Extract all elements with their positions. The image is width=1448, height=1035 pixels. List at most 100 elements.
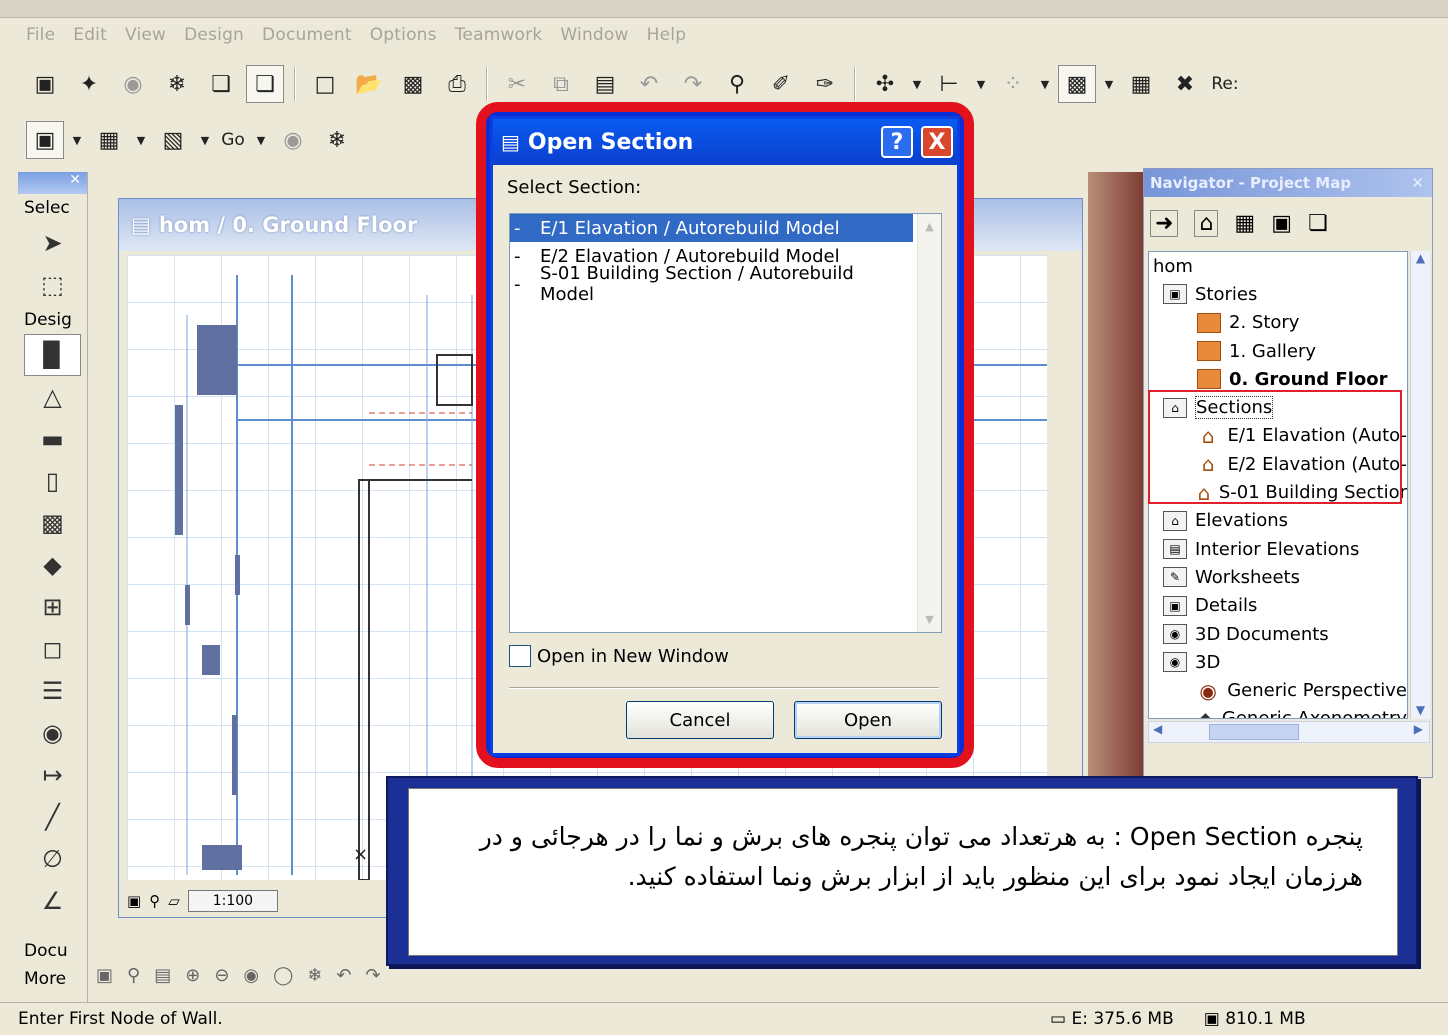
open-new-window-checkbox[interactable] [509, 645, 531, 667]
shell-tool-icon[interactable]: ◆ [18, 544, 87, 586]
layers-icon[interactable]: ❏ [202, 65, 240, 103]
cross-icon[interactable]: ✖ [1166, 65, 1204, 103]
open-folder-icon[interactable]: 📂 [350, 65, 388, 103]
level-tool-icon[interactable]: ∅ [18, 838, 87, 880]
pan-icon[interactable]: ▤ [154, 965, 171, 986]
zoom-out-icon[interactable]: ⊖ [214, 965, 229, 986]
menu-options[interactable]: Options [362, 25, 445, 45]
dimension-tool-icon[interactable]: ↦ [18, 754, 87, 796]
scroll-left-icon[interactable]: ◀ [1153, 722, 1162, 736]
navigator-titlebar[interactable]: Navigator - Project Map ✕ [1144, 169, 1432, 197]
save-icon[interactable]: ▩ [394, 65, 432, 103]
tree-node-3d[interactable]: ◉ 3D [1149, 648, 1407, 676]
publisher-sets-icon[interactable]: ❏ [1308, 211, 1328, 236]
grid-snap-icon[interactable]: ⁘ [994, 65, 1032, 103]
syringe-icon[interactable]: ✑ [806, 65, 844, 103]
object-tool-icon[interactable]: ◉ [18, 712, 87, 754]
brain-icon[interactable]: ◉ [274, 121, 312, 159]
column-tool-icon[interactable]: ▯ [18, 460, 87, 502]
layout-view-icon[interactable]: ▧ [154, 121, 192, 159]
undo-icon[interactable]: ↶ [630, 65, 668, 103]
fit-icon[interactable]: ◉ [243, 965, 259, 986]
line-tool-icon[interactable]: ╱ [18, 796, 87, 838]
walk-icon[interactable]: ❄ [318, 121, 356, 159]
chevron-down-icon[interactable]: ▼ [134, 134, 148, 147]
door-tool-icon[interactable]: ◻ [18, 628, 87, 670]
menu-window[interactable]: Window [552, 25, 636, 45]
new-file-icon[interactable]: □ [306, 65, 344, 103]
copy-icon[interactable]: ⧉ [542, 65, 580, 103]
scroll-right-icon[interactable]: ▶ [1414, 722, 1423, 736]
close-icon[interactable]: ✕ [1411, 174, 1424, 192]
close-button[interactable]: X [921, 126, 953, 158]
go-button[interactable]: Go [218, 121, 248, 159]
walk-icon[interactable]: ❄ [158, 65, 196, 103]
chevron-down-icon[interactable]: ▼ [910, 78, 924, 91]
zoom-window-icon[interactable]: ⚲ [127, 965, 140, 986]
pin-icon[interactable]: ✦ [70, 65, 108, 103]
chevron-down-icon[interactable]: ▼ [254, 134, 268, 147]
menu-edit[interactable]: Edit [65, 25, 115, 45]
beam-tool-icon[interactable]: ▬ [18, 418, 87, 460]
tree-node-interior-elevations[interactable]: ▤ Interior Elevations [1149, 535, 1407, 563]
zoom-find-icon[interactable]: ⚲ [718, 65, 756, 103]
section-listbox[interactable]: - E/1 Elavation / Autorebuild Model - E/2 … [509, 213, 942, 633]
layers-active-icon[interactable]: ❏ [246, 65, 284, 103]
open-new-window-row[interactable]: Open in New Window [509, 645, 729, 667]
tree-node-story[interactable]: 1. Gallery [1149, 337, 1407, 365]
menu-help[interactable]: Help [639, 25, 695, 45]
navigator-horizontal-scrollbar[interactable]: ◀ ▶ [1148, 721, 1430, 743]
listbox-scrollbar[interactable]: ▲ ▼ [917, 214, 941, 632]
menu-teamwork[interactable]: Teamwork [447, 25, 551, 45]
arrow-tool-icon[interactable]: ➤ [18, 222, 87, 264]
open-button[interactable]: Open [794, 701, 942, 739]
floor-plan-icon[interactable]: ▣ [26, 121, 64, 159]
view-map-icon[interactable]: ▦ [1234, 211, 1255, 236]
scrollbar-thumb[interactable] [1209, 724, 1299, 740]
dialog-titlebar[interactable]: ▤ Open Section ? X [493, 119, 957, 165]
zoom-in-icon[interactable]: ⊕ [185, 965, 200, 986]
paste-icon[interactable]: ▤ [586, 65, 624, 103]
chart-icon[interactable]: ▱ [168, 892, 180, 910]
list-item[interactable]: - E/1 Elavation / Autorebuild Model [510, 214, 913, 242]
tree-node-axonometry[interactable]: ◆ Generic Axonometry [1149, 705, 1407, 718]
cancel-button[interactable]: Cancel [626, 701, 774, 739]
toolbox-more-label[interactable]: More [24, 965, 88, 993]
cut-icon[interactable]: ✂ [498, 65, 536, 103]
tree-node-3d-documents[interactable]: ◉ 3D Documents [1149, 620, 1407, 648]
list-item[interactable]: - S-01 Building Section / Autorebuild Mod… [510, 263, 913, 305]
eyedropper-icon[interactable]: ✐ [762, 65, 800, 103]
marquee-tool-icon[interactable]: ⬚ [18, 264, 87, 306]
angle-tool-icon[interactable]: ∠ [18, 880, 87, 922]
home-view-icon[interactable]: ▣ [96, 965, 113, 986]
menu-view[interactable]: View [117, 25, 174, 45]
navigator-vertical-scrollbar[interactable]: ▲ ▼ [1410, 251, 1430, 719]
scroll-up-icon[interactable]: ▲ [1411, 251, 1430, 265]
tree-node-perspective[interactable]: ◉ Generic Perspective [1149, 676, 1407, 704]
chevron-down-icon[interactable]: ▼ [1038, 78, 1052, 91]
scroll-up-icon[interactable]: ▲ [918, 220, 941, 233]
scale-icon[interactable]: ▦ [1122, 65, 1160, 103]
orbit-icon[interactable]: ◯ [273, 965, 293, 986]
scroll-down-icon[interactable]: ▼ [1411, 703, 1430, 717]
roof-tool-icon[interactable]: △ [18, 376, 87, 418]
tree-node-stories[interactable]: ▣ Stories [1149, 280, 1407, 308]
tree-node-project[interactable]: hom [1149, 252, 1407, 280]
wall-tool-icon[interactable]: ▉ [24, 334, 81, 376]
section-view-icon[interactable]: ▦ [90, 121, 128, 159]
zoom-icon[interactable]: ⚲ [149, 892, 160, 910]
menu-design[interactable]: Design [176, 25, 252, 45]
help-button[interactable]: ? [881, 126, 913, 158]
scroll-down-icon[interactable]: ▼ [918, 613, 941, 626]
dimension-icon[interactable]: ⊢ [930, 65, 968, 103]
3d-box-icon[interactable]: ▣ [26, 65, 64, 103]
walk-icon[interactable]: ❄ [307, 965, 322, 986]
print-icon[interactable]: ⎙ [438, 65, 476, 103]
layout-book-icon[interactable]: ▣ [1271, 211, 1292, 236]
layer-combo-icon[interactable]: ▩ [1058, 65, 1096, 103]
chevron-down-icon[interactable]: ▼ [1102, 78, 1116, 91]
tree-node-worksheets[interactable]: ✎ Worksheets [1149, 563, 1407, 591]
stair-tool-icon[interactable]: ☰ [18, 670, 87, 712]
window-tool-icon[interactable]: ⊞ [18, 586, 87, 628]
brain-icon[interactable]: ◉ [114, 65, 152, 103]
